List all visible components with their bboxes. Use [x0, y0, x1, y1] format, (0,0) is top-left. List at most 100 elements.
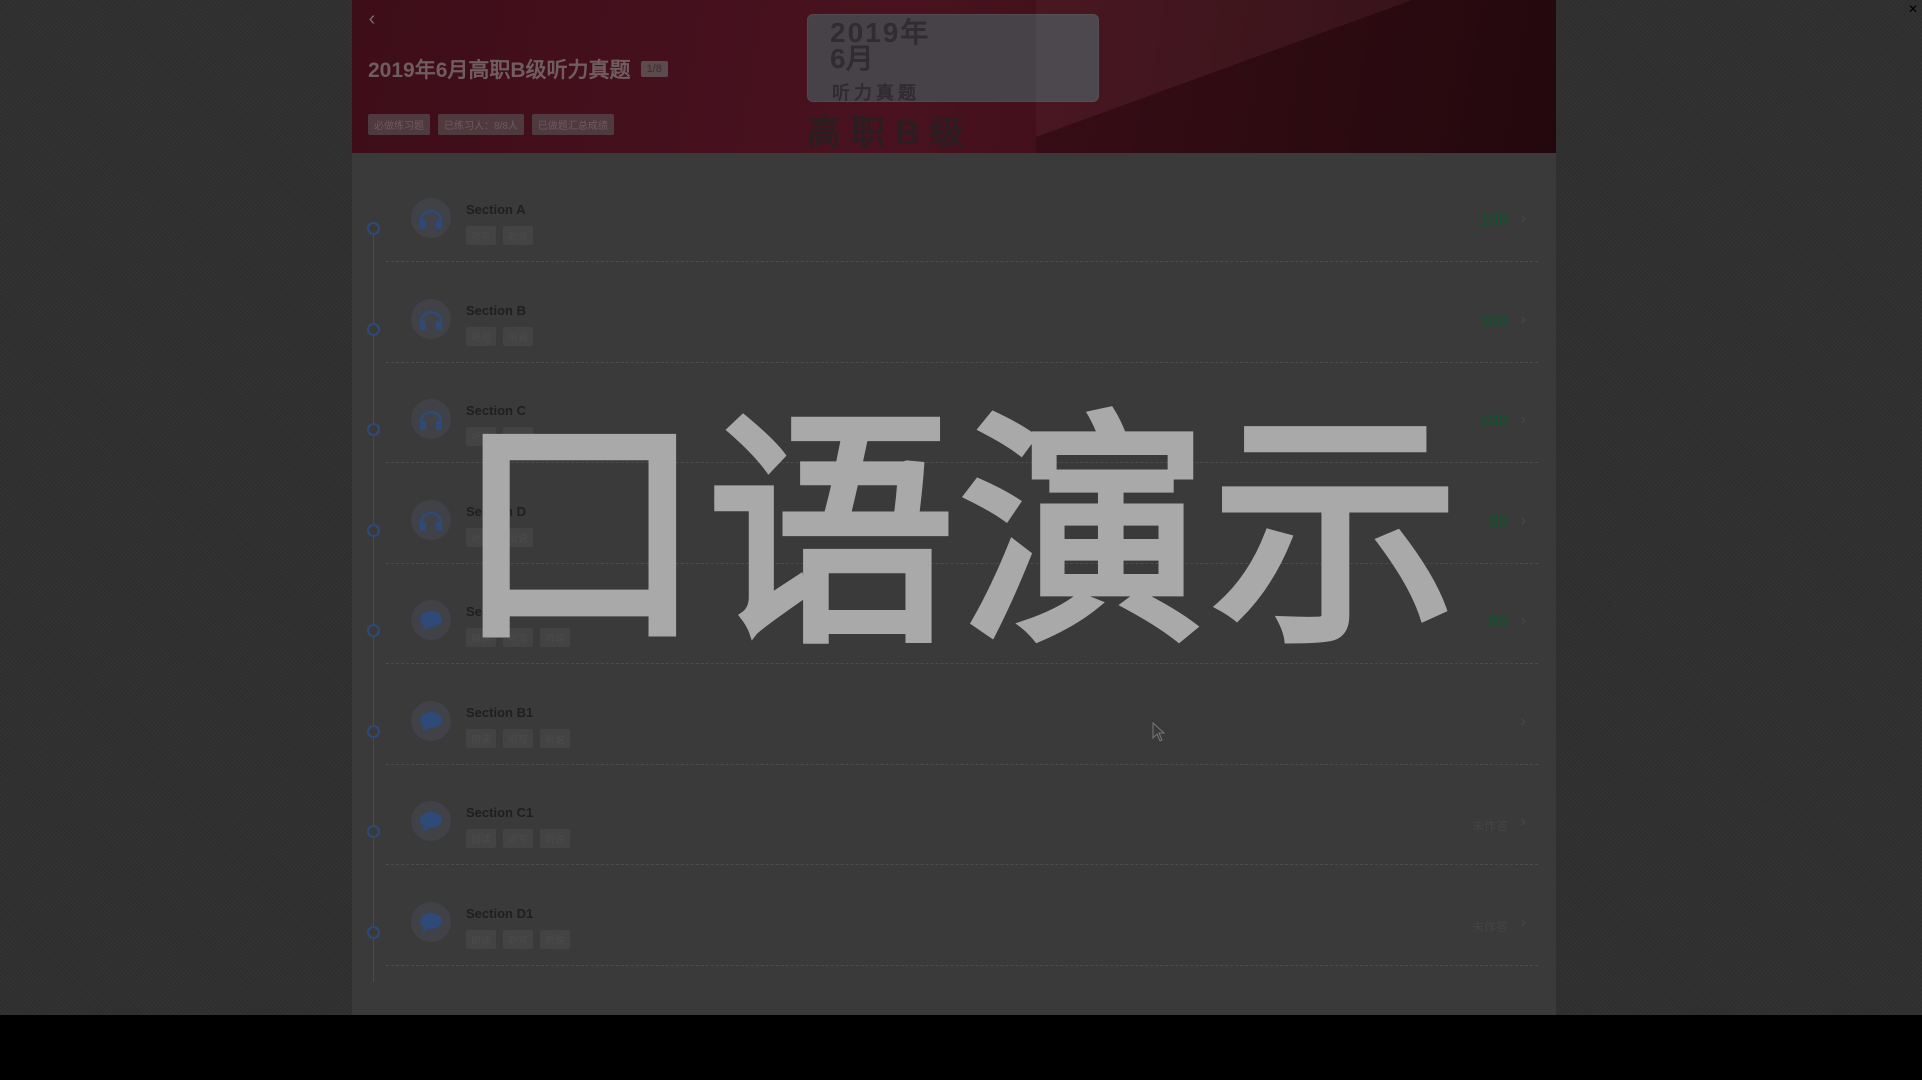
timeline-dot: [367, 222, 380, 235]
timeline-dot: [367, 724, 380, 738]
section-tag: 听写: [503, 929, 533, 949]
header-tag: 已做题汇总成绩: [531, 114, 614, 135]
section-tags: 朗读 听写 听说: [466, 929, 570, 949]
list-item: Section C1 朗读 听写 听说 未作答 ›: [352, 773, 1556, 874]
section-tag: 听写: [503, 628, 533, 647]
section-status: 未作答: [1471, 919, 1508, 934]
section-tags: 听写 听说: [466, 427, 533, 446]
timeline-dot: [367, 322, 380, 336]
section-tag: 听说: [540, 628, 570, 647]
section-card[interactable]: Section A1 朗读 听写 听说 80 ›: [386, 572, 1538, 664]
headphones-icon: [411, 298, 451, 339]
mouse-cursor-icon: [1152, 722, 1166, 742]
page-title: 2019年6月高职B级听力真题: [368, 59, 631, 82]
section-list: Section A 听写 听说 100 › Section B 听写 听说 10…: [352, 170, 1556, 982]
timeline-dot: [367, 624, 380, 637]
chevron-right-icon: ›: [1520, 411, 1526, 428]
section-score: 100: [1479, 411, 1508, 430]
header-banner: ‹ 2019年6月高职B级听力真题 1/8 必做练习题 已练习人：8/8人 已做…: [352, 0, 1556, 153]
chat-icon: [411, 700, 451, 741]
section-tags: 听写 听说: [466, 226, 533, 245]
section-tag: 朗读: [466, 929, 496, 949]
section-tags: 朗读 听写 听说: [466, 829, 570, 848]
chevron-right-icon: ›: [1520, 612, 1526, 629]
section-tags: 朗读 听写 听说: [466, 728, 570, 748]
chevron-right-icon: ›: [1520, 913, 1526, 931]
timeline-dot: [367, 423, 380, 436]
cover-image: 2019年 6月 听力真题 高职B级: [807, 14, 1102, 153]
section-title: Section A: [466, 202, 526, 217]
bottom-bar: [0, 1015, 1922, 1080]
list-item: Section C 听写 听说 100 ›: [352, 371, 1556, 472]
section-card[interactable]: Section B 听写 听说 100 ›: [386, 271, 1538, 363]
section-status: 未作答: [1471, 819, 1508, 833]
section-tags: 听写 听说: [466, 527, 533, 547]
section-score: 100: [1479, 310, 1508, 330]
section-tag: 朗读: [466, 728, 496, 748]
list-item: Section A 听写 听说 100 ›: [352, 170, 1556, 271]
chat-icon: [411, 801, 451, 841]
back-button[interactable]: ‹: [360, 6, 384, 32]
section-tag: 听写: [503, 829, 533, 848]
list-item: Section B1 朗读 听写 听说 ›: [352, 673, 1556, 774]
headphones-icon: [411, 499, 451, 540]
chevron-right-icon: ›: [1520, 210, 1526, 227]
app-window: ‹ 2019年6月高职B级听力真题 1/8 必做练习题 已练习人：8/8人 已做…: [352, 0, 1556, 1015]
chat-icon: [411, 901, 451, 942]
section-score: 80: [1489, 511, 1508, 531]
close-icon[interactable]: ✕: [1908, 2, 1918, 16]
section-tag: 听写: [503, 728, 533, 748]
section-tag: 听写: [466, 226, 496, 245]
section-tag: 听说: [503, 527, 533, 547]
section-tag: 听说: [503, 326, 533, 346]
section-card[interactable]: Section C 听写 听说 100 ›: [386, 371, 1538, 463]
section-title: Section D1: [466, 905, 534, 921]
section-tag: 听写: [466, 427, 496, 446]
list-item: Section B 听写 听说 100 ›: [352, 271, 1556, 372]
timeline-dot: [367, 825, 380, 838]
section-tag: 朗读: [466, 628, 496, 647]
section-tags: 朗读 听写 听说: [466, 628, 570, 647]
section-score: 100: [1479, 210, 1508, 229]
header-tag: 必做练习题: [368, 114, 430, 135]
timeline-dot: [367, 925, 380, 939]
section-tag: 听说: [503, 427, 533, 446]
section-title: Section C: [466, 403, 526, 418]
section-score: 80: [1489, 612, 1508, 631]
cover-card: 2019年 6月 听力真题: [807, 14, 1099, 103]
cover-subtitle: 听力真题: [832, 83, 920, 103]
section-title: Section A1: [466, 604, 533, 619]
section-tag: 听说: [503, 226, 533, 245]
section-tag: 听说: [540, 728, 570, 748]
header-tag: 已练习人：8/8人: [438, 114, 524, 135]
list-item: Section D1 朗读 听写 听说 未作答 ›: [352, 874, 1556, 975]
headphones-icon: [411, 399, 451, 439]
section-card[interactable]: Section D 听写 听说 80 ›: [386, 472, 1538, 564]
section-card[interactable]: Section B1 朗读 听写 听说 ›: [386, 673, 1538, 765]
section-card[interactable]: Section C1 朗读 听写 听说 未作答 ›: [386, 773, 1538, 865]
section-card[interactable]: Section D1 朗读 听写 听说 未作答 ›: [386, 874, 1538, 966]
section-tags: 听写 听说: [466, 326, 533, 346]
chat-icon: [411, 600, 451, 640]
list-item: Section A1 朗读 听写 听说 80 ›: [352, 572, 1556, 673]
section-title: Section B1: [466, 704, 534, 720]
chevron-right-icon: ›: [1520, 712, 1526, 730]
chevron-left-icon: ‹: [368, 8, 376, 30]
section-card[interactable]: Section A 听写 听说 100 ›: [386, 170, 1538, 262]
section-tag: 听说: [540, 929, 570, 949]
title-row: 2019年6月高职B级听力真题 1/8: [368, 54, 668, 84]
section-title: Section D: [466, 503, 526, 519]
list-item: Section D 听写 听说 80 ›: [352, 472, 1556, 573]
section-title: Section C1: [466, 805, 534, 820]
chevron-right-icon: ›: [1520, 813, 1526, 830]
cover-level: 高职B级: [807, 114, 974, 152]
section-tag: 听写: [466, 326, 496, 346]
title-badge: 1/8: [640, 61, 668, 77]
section-tag: 听说: [540, 829, 570, 848]
section-tag: 朗读: [466, 829, 496, 848]
chevron-right-icon: ›: [1520, 310, 1526, 328]
section-title: Section B: [466, 302, 526, 318]
section-tag: 听写: [466, 527, 496, 547]
header-tags: 必做练习题 已练习人：8/8人 已做题汇总成绩: [368, 114, 614, 135]
chevron-right-icon: ›: [1520, 511, 1526, 529]
